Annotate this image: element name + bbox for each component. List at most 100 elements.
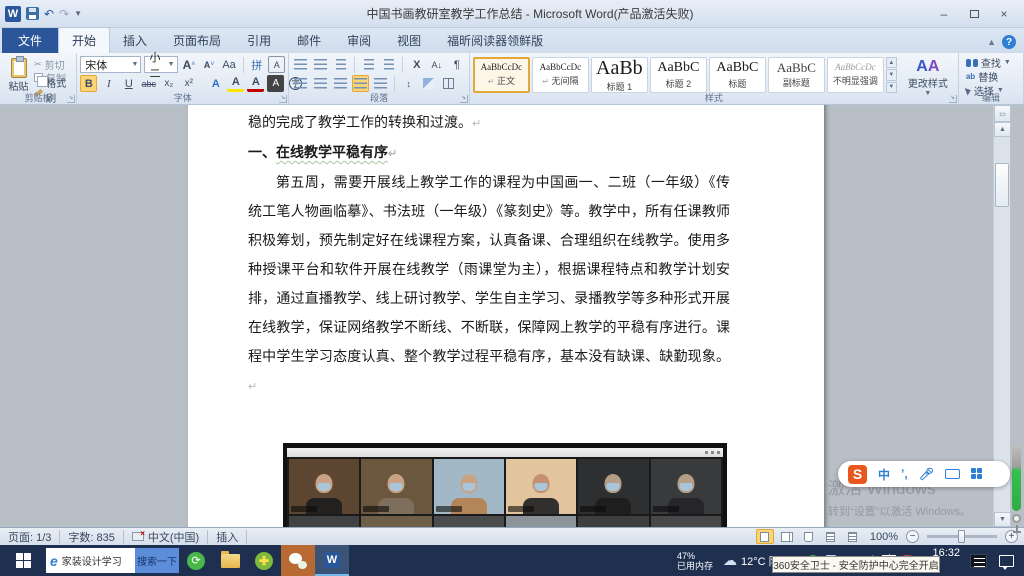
tab-file[interactable]: 文件 bbox=[2, 28, 58, 53]
shading-button[interactable] bbox=[420, 75, 437, 92]
change-case-button[interactable]: Aa bbox=[221, 56, 238, 73]
zoom-level[interactable]: 100% bbox=[870, 531, 898, 543]
clipboard-dialog-launcher-icon[interactable]: ↘ bbox=[67, 95, 75, 103]
scroll-up-icon[interactable]: ▲ bbox=[994, 122, 1011, 137]
minimize-button[interactable]: – bbox=[930, 5, 958, 23]
page-indicator[interactable]: 页面: 1/3 bbox=[0, 530, 60, 544]
subscript-button[interactable]: x₂ bbox=[160, 75, 177, 92]
grow-font-button[interactable]: A˄ bbox=[181, 56, 198, 73]
sogou-logo-icon[interactable]: S bbox=[848, 465, 867, 484]
strikethrough-button[interactable]: abc bbox=[140, 75, 157, 92]
numbering-button[interactable] bbox=[312, 56, 329, 73]
web-layout-button[interactable] bbox=[800, 529, 818, 544]
proofing-language[interactable]: 中文(中国) bbox=[124, 530, 208, 544]
align-right-button[interactable] bbox=[332, 75, 349, 92]
font-size-combo[interactable]: 小二▼ bbox=[144, 56, 177, 73]
qat-dropdown-icon[interactable]: ▼ bbox=[74, 9, 82, 18]
highlight-color-button[interactable]: A bbox=[227, 75, 244, 92]
shrink-font-button[interactable]: A˅ bbox=[201, 56, 218, 73]
tab-references[interactable]: 引用 bbox=[234, 28, 284, 53]
ime-menu-icon[interactable] bbox=[971, 468, 983, 480]
meeting-screenshot-image[interactable] bbox=[283, 443, 727, 527]
ruler-toggle-icon[interactable]: ▭ bbox=[994, 105, 1011, 122]
save-icon[interactable] bbox=[26, 7, 39, 20]
increase-indent-button[interactable] bbox=[380, 56, 397, 73]
style-item[interactable]: AaBbCcDc ↵ 无间隔 bbox=[532, 57, 589, 93]
redo-icon[interactable]: ↷ bbox=[59, 7, 69, 21]
character-border-button[interactable]: A bbox=[268, 56, 285, 73]
document-page[interactable]: 稳的完成了教学工作的转换和过渡。↵ 一、在线教学平稳有序↵ 第五周，需要开展线上… bbox=[188, 105, 824, 527]
paste-button[interactable]: 粘贴 bbox=[3, 55, 34, 93]
tab-review[interactable]: 审阅 bbox=[334, 28, 384, 53]
word-count[interactable]: 字数: 835 bbox=[60, 530, 123, 544]
text-effects-button[interactable]: A bbox=[207, 75, 224, 92]
scrollbar-thumb[interactable] bbox=[995, 163, 1009, 207]
borders-button[interactable] bbox=[440, 75, 457, 92]
taskbar-search[interactable]: e 家装设计学习 搜索一下 bbox=[46, 548, 179, 573]
bullets-button[interactable] bbox=[292, 56, 309, 73]
font-name-combo[interactable]: 宋体▼ bbox=[80, 56, 141, 73]
draft-view-button[interactable] bbox=[844, 529, 862, 544]
search-go-button[interactable]: 搜索一下 bbox=[135, 548, 179, 573]
font-color-button[interactable]: A bbox=[247, 75, 264, 92]
close-button[interactable]: × bbox=[990, 5, 1018, 23]
document-text[interactable]: 稳的完成了教学工作的转换和过渡。↵ 一、在线教学平稳有序↵ 第五周，需要开展线上… bbox=[248, 109, 730, 402]
italic-button[interactable]: I bbox=[100, 75, 117, 92]
tab-foxit[interactable]: 福昕阅读器领鲜版 bbox=[434, 28, 556, 53]
distribute-button[interactable] bbox=[372, 75, 389, 92]
restore-button[interactable] bbox=[960, 5, 988, 23]
style-item[interactable]: AaBbC 标题 2 bbox=[650, 57, 707, 93]
justify-button[interactable] bbox=[352, 75, 369, 92]
help-icon[interactable]: ? bbox=[1002, 35, 1016, 49]
taskbar-app-word[interactable]: W bbox=[315, 545, 349, 576]
word-logo-icon[interactable]: W bbox=[5, 6, 21, 22]
styles-dialog-launcher-icon[interactable]: ↘ bbox=[949, 95, 957, 103]
ime-punctuation-icon[interactable]: ’, bbox=[901, 467, 908, 481]
font-dialog-launcher-icon[interactable]: ↘ bbox=[279, 95, 287, 103]
align-center-button[interactable] bbox=[312, 75, 329, 92]
underline-button[interactable]: U bbox=[120, 75, 137, 92]
ime-mode-icon[interactable]: 中 bbox=[878, 466, 890, 483]
search-text[interactable]: 家装设计学习 bbox=[62, 553, 135, 568]
gallery-down-icon[interactable]: ▼ bbox=[886, 69, 897, 80]
memory-usage[interactable]: 47%已用内存 bbox=[677, 551, 713, 571]
outline-view-button[interactable] bbox=[822, 529, 840, 544]
side-pin-icon[interactable] bbox=[1016, 525, 1018, 533]
style-item[interactable]: AaBbC 标题 bbox=[709, 57, 766, 93]
keyboard-icon[interactable] bbox=[945, 469, 960, 479]
character-shading-button[interactable]: A bbox=[267, 75, 284, 92]
print-layout-view-button[interactable] bbox=[756, 529, 774, 544]
tab-view[interactable]: 视图 bbox=[384, 28, 434, 53]
show-marks-button[interactable]: ¶ bbox=[448, 56, 465, 73]
line-spacing-button[interactable]: ↕ bbox=[400, 75, 417, 92]
taskbar-app-explorer[interactable] bbox=[213, 545, 247, 576]
sogou-ime-toolbar[interactable]: S 中 ’, 🎤︎ bbox=[838, 461, 1010, 487]
style-item[interactable]: AaBb 标题 1 bbox=[591, 57, 648, 93]
find-button[interactable]: 查找▼ bbox=[962, 56, 1020, 69]
side-widget[interactable] bbox=[1012, 443, 1022, 533]
style-item[interactable]: AaBbC 副标题 bbox=[768, 57, 825, 93]
asian-layout-button[interactable]: X bbox=[408, 56, 425, 73]
multilevel-list-button[interactable] bbox=[332, 56, 349, 73]
style-item[interactable]: AaBbCcDc ↵ 正文 bbox=[473, 57, 530, 93]
bold-button[interactable]: B bbox=[80, 75, 97, 92]
phonetic-guide-button[interactable]: 拼 bbox=[248, 56, 265, 73]
undo-icon[interactable]: ↶ bbox=[44, 7, 54, 21]
tab-mailings[interactable]: 邮件 bbox=[284, 28, 334, 53]
scroll-down-icon[interactable]: ▼ bbox=[994, 512, 1011, 527]
taskbar-app-wechat[interactable] bbox=[281, 545, 315, 576]
tab-page-layout[interactable]: 页面布局 bbox=[160, 28, 234, 53]
decrease-indent-button[interactable] bbox=[360, 56, 377, 73]
taskbar-app-360safe[interactable]: ✚ bbox=[247, 545, 281, 576]
action-center-icon[interactable] bbox=[999, 555, 1014, 567]
zoom-slider[interactable] bbox=[927, 535, 997, 538]
gallery-scrollbar[interactable]: ▲ ▼ ▼ bbox=[886, 55, 897, 93]
sort-button[interactable]: A↓ bbox=[428, 56, 445, 73]
full-screen-reading-button[interactable] bbox=[778, 529, 796, 544]
taskbar-app-360browser[interactable]: ⟳ bbox=[179, 545, 213, 576]
collapse-ribbon-icon[interactable]: ▲ bbox=[987, 37, 996, 47]
start-button[interactable] bbox=[0, 545, 46, 576]
gallery-up-icon[interactable]: ▲ bbox=[886, 57, 897, 68]
zoom-slider-thumb[interactable] bbox=[958, 530, 965, 543]
zoom-out-button[interactable]: − bbox=[906, 530, 919, 543]
